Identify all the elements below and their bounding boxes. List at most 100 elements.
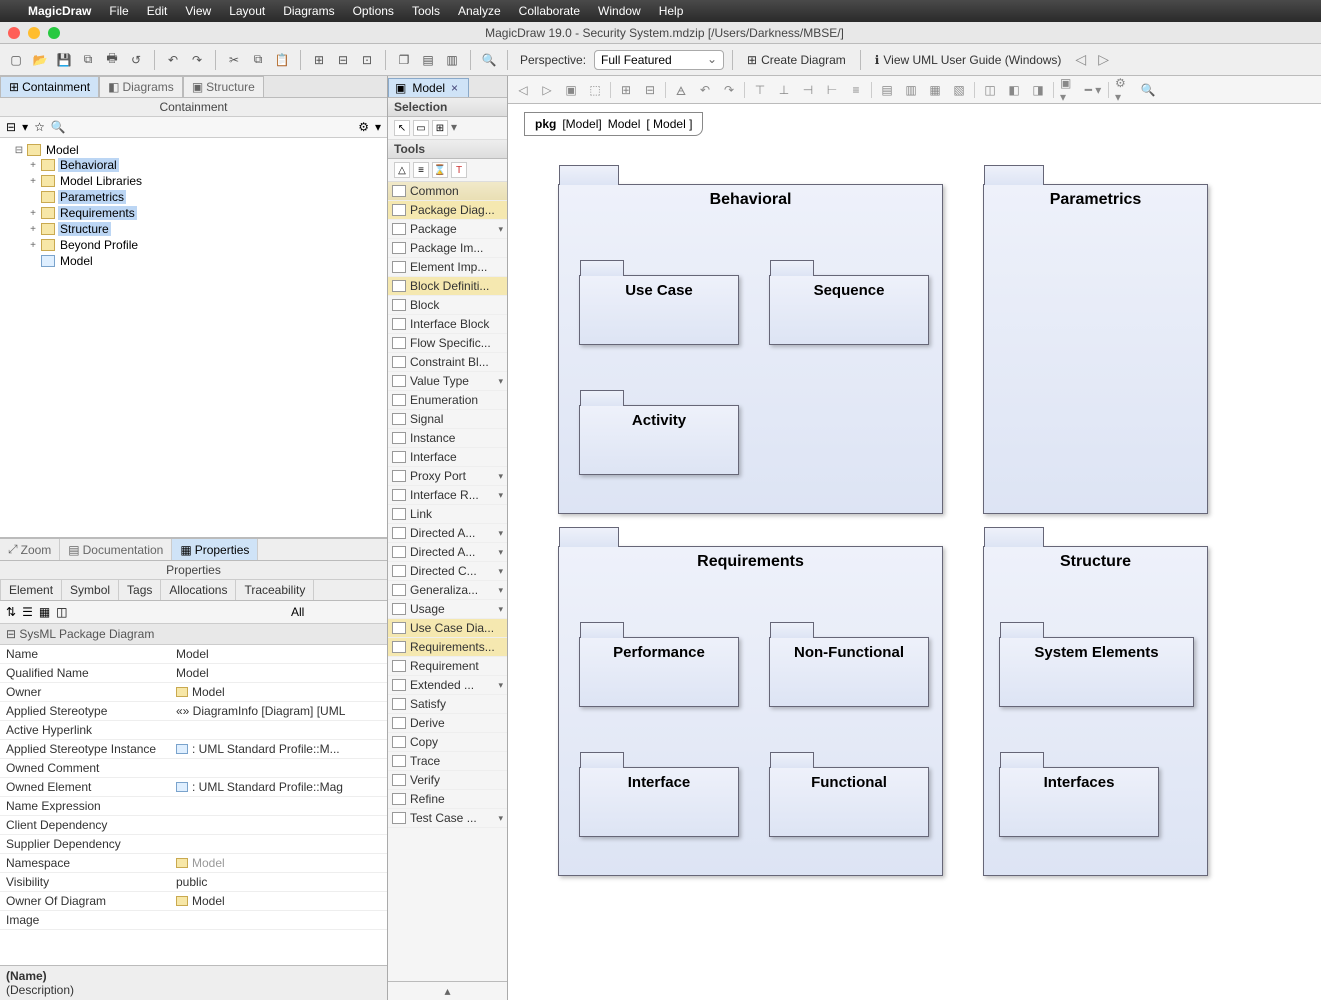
tile-h-icon[interactable]: ▤	[418, 50, 438, 70]
package-performance[interactable]: Performance	[579, 637, 739, 707]
property-row[interactable]: Active Hyperlink	[0, 721, 387, 740]
tree-item[interactable]: Parametrics	[58, 190, 126, 204]
palette-item[interactable]: Block Definiti...	[388, 277, 507, 296]
nav-back-icon[interactable]: ◁	[1071, 51, 1090, 68]
chevron-down-icon[interactable]: ▾	[498, 224, 503, 235]
package-interface[interactable]: Interface	[579, 767, 739, 837]
nav-left-icon[interactable]: ◁	[514, 81, 532, 99]
palette-item[interactable]: Interface Block	[388, 315, 507, 334]
palette-item[interactable]: Usage▾	[388, 600, 507, 619]
lasso-tool-icon[interactable]: ⊞	[432, 120, 448, 136]
align1-icon[interactable]: ⊤	[751, 81, 769, 99]
property-row[interactable]: NameModel	[0, 645, 387, 664]
tree-item[interactable]: Beyond Profile	[58, 238, 140, 252]
tab-containment[interactable]: ⊞Containment	[0, 76, 99, 97]
tool-b-icon[interactable]: ⊟	[333, 50, 353, 70]
tab-zoom[interactable]: ⤢Zoom	[0, 539, 60, 560]
select-parent-icon[interactable]: ▣	[562, 81, 580, 99]
palette-item[interactable]: Link	[388, 505, 507, 524]
print-icon[interactable]: 🖶	[102, 50, 122, 70]
property-value[interactable]: Model	[170, 645, 387, 663]
collapse-all-icon[interactable]: ⊟	[6, 120, 16, 134]
menu-help[interactable]: Help	[659, 4, 684, 18]
palette-item[interactable]: Interface R...▾	[388, 486, 507, 505]
pointer-tool-icon[interactable]: ↖	[394, 120, 410, 136]
undo2-icon[interactable]: ↶	[696, 81, 714, 99]
perspective-combo[interactable]: Full Featured	[594, 50, 724, 70]
redo2-icon[interactable]: ↷	[720, 81, 738, 99]
minimize-window-button[interactable]	[28, 27, 40, 39]
dist4-icon[interactable]: ▧	[950, 81, 968, 99]
find-icon[interactable]: 🔍	[479, 50, 499, 70]
palette-item[interactable]: Directed A...▾	[388, 543, 507, 562]
tree-expander-icon[interactable]: ⊟	[14, 145, 24, 156]
cascade-icon[interactable]: ❐	[394, 50, 414, 70]
package-behavioral[interactable]: BehavioralUse CaseSequenceActivity	[558, 184, 943, 514]
menu-layout[interactable]: Layout	[229, 4, 265, 18]
tree-search-icon[interactable]: 🔍	[51, 120, 66, 134]
search-diagram-icon[interactable]: 🔍	[1139, 81, 1157, 99]
tab-documentation[interactable]: ▤Documentation	[60, 539, 172, 560]
new-icon[interactable]: ▢	[6, 50, 26, 70]
property-row[interactable]: Owned Element: UML Standard Profile::Mag	[0, 778, 387, 797]
tab-diagrams[interactable]: ◧Diagrams	[99, 76, 183, 97]
palette-item[interactable]: Trace	[388, 752, 507, 771]
palette-item[interactable]: Copy	[388, 733, 507, 752]
property-row[interactable]: Name Expression	[0, 797, 387, 816]
property-row[interactable]: NamespaceModel	[0, 854, 387, 873]
palette-item[interactable]: Directed C...▾	[388, 562, 507, 581]
palette-item[interactable]: Use Case Dia...	[388, 619, 507, 638]
tree-item[interactable]: Model	[58, 254, 95, 268]
filter-opts-icon[interactable]: ━ ▾	[1084, 81, 1102, 99]
property-value[interactable]: «» DiagramInfo [Diagram] [UML	[170, 702, 387, 720]
dist1-icon[interactable]: ▤	[878, 81, 896, 99]
view-opts-icon[interactable]: ▣ ▾	[1060, 81, 1078, 99]
dist3-icon[interactable]: ▦	[926, 81, 944, 99]
group1-icon[interactable]: ◫	[981, 81, 999, 99]
property-value[interactable]: Model	[170, 664, 387, 682]
package-interfaces[interactable]: Interfaces	[999, 767, 1159, 837]
menu-app[interactable]: MagicDraw	[28, 4, 91, 18]
tree-expander-icon[interactable]: +	[28, 224, 38, 235]
nav-right-icon[interactable]: ▷	[538, 81, 556, 99]
property-row[interactable]: Client Dependency	[0, 816, 387, 835]
property-row[interactable]: Visibilitypublic	[0, 873, 387, 892]
package-functional[interactable]: Functional	[769, 767, 929, 837]
tree-item[interactable]: Structure	[58, 222, 111, 236]
subtab-tags[interactable]: Tags	[119, 580, 161, 600]
tool4-icon[interactable]: T	[451, 162, 467, 178]
tree-expander-icon[interactable]: +	[28, 208, 38, 219]
subtab-symbol[interactable]: Symbol	[62, 580, 119, 600]
chevron-down-icon[interactable]: ▾	[498, 680, 503, 691]
menu-view[interactable]: View	[185, 4, 211, 18]
save-all-icon[interactable]: ⧉	[78, 50, 98, 70]
undo-icon[interactable]: ↶	[163, 50, 183, 70]
palette-dd-icon[interactable]: ▾	[451, 120, 457, 136]
palette-item[interactable]: Verify	[388, 771, 507, 790]
create-diagram-button[interactable]: ⊞Create Diagram	[741, 51, 852, 69]
align4-icon[interactable]: ⊢	[823, 81, 841, 99]
menu-analyze[interactable]: Analyze	[458, 4, 501, 18]
redo-icon[interactable]: ↷	[187, 50, 207, 70]
palette-item[interactable]: Enumeration	[388, 391, 507, 410]
property-row[interactable]: Owner Of DiagramModel	[0, 892, 387, 911]
menu-collaborate[interactable]: Collaborate	[519, 4, 580, 18]
save-icon[interactable]: 💾	[54, 50, 74, 70]
package-system-elements[interactable]: System Elements	[999, 637, 1194, 707]
property-value[interactable]: Model	[170, 854, 387, 872]
chevron-down-icon[interactable]: ▾	[498, 604, 503, 615]
chevron-down-icon[interactable]: ▾	[498, 813, 503, 824]
tree-expander-icon[interactable]: +	[28, 160, 38, 171]
chevron-down-icon[interactable]: ▾	[498, 547, 503, 558]
export-icon[interactable]: ⬚	[586, 81, 604, 99]
subtab-element[interactable]: Element	[0, 580, 62, 600]
prop-expand-icon[interactable]: ◫	[56, 605, 67, 619]
palette-item[interactable]: Signal	[388, 410, 507, 429]
palette-item[interactable]: Requirements...	[388, 638, 507, 657]
tree-item[interactable]: Requirements	[58, 206, 137, 220]
menu-options[interactable]: Options	[353, 4, 394, 18]
tree-expander-icon[interactable]: +	[28, 176, 38, 187]
tree-fav-icon[interactable]: ☆	[34, 120, 45, 134]
package-structure[interactable]: StructureSystem ElementsInterfaces	[983, 546, 1208, 876]
property-value[interactable]	[170, 721, 387, 739]
